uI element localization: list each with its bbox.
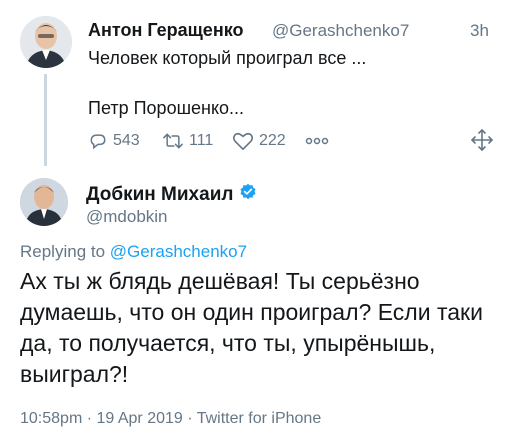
thread-connector-line [44,74,47,166]
reply-author-avatar[interactable] [20,178,68,226]
reply-icon [88,131,108,151]
replying-prefix: Replying to [20,242,106,261]
replying-to: Replying to @Gerashchenko7 [20,242,247,262]
verified-badge-icon [239,183,257,207]
retweet-icon [162,131,184,151]
parent-tweet-time[interactable]: 3h [470,21,489,41]
parent-tweet-text-line2: Петр Порошенко... [88,98,245,118]
share-move-icon [470,129,494,156]
parent-tweet-text-line1: Человек который проиграл все ... [88,48,367,68]
replying-handle-link[interactable]: @Gerashchenko7 [110,242,247,261]
retweet-count: 111 [189,132,214,149]
reply-button[interactable]: 543 [88,130,140,152]
reply-count: 543 [113,132,140,149]
parent-author-handle[interactable]: @Gerashchenko7 [272,21,409,41]
parent-author-avatar[interactable] [20,16,72,68]
reply-author-name[interactable]: Добкин Михаил [86,184,233,206]
more-options-button[interactable] [305,130,329,152]
reply-author-name-row[interactable]: Добкин Михаил [86,183,257,207]
reply-tweet-meta[interactable]: 10:58pm · 19 Apr 2019 · Twitter for iPho… [20,410,321,428]
share-button[interactable] [470,128,494,157]
reply-author-handle[interactable]: @mdobkin [86,207,168,227]
reply-tweet-text: Ах ты ж блядь дешёвая! Ты серьёзно думае… [20,268,483,387]
parent-author-name[interactable]: Антон Геращенко [88,20,243,41]
like-count: 222 [259,132,286,149]
more-dots-icon [305,136,329,146]
retweet-button[interactable]: 111 [162,130,213,152]
like-button[interactable]: 222 [232,130,286,152]
heart-icon [232,131,254,151]
